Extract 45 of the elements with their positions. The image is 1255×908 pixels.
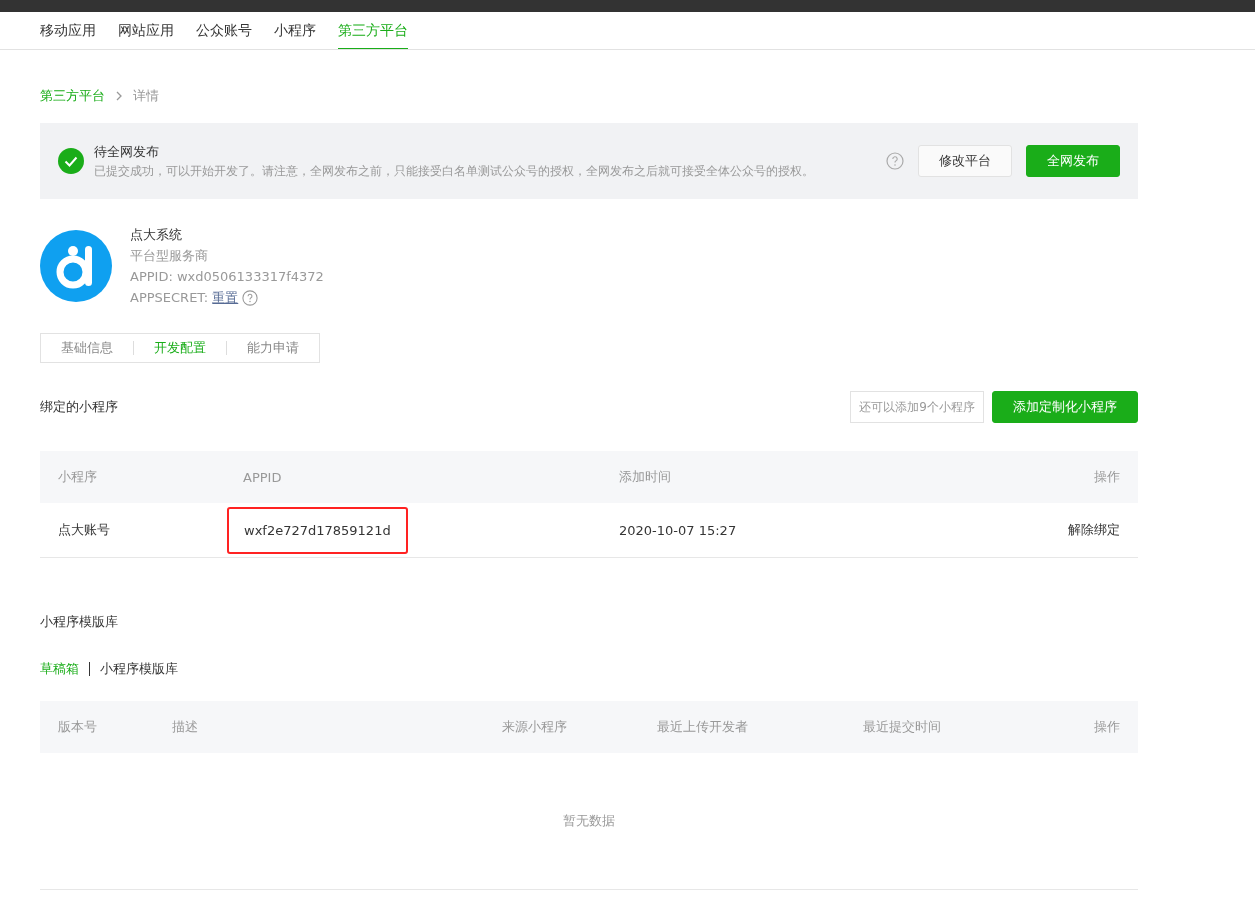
column-header: 描述 xyxy=(172,718,199,736)
nav-tab[interactable]: 第三方平台 xyxy=(338,12,408,49)
help-icon[interactable] xyxy=(242,289,259,306)
unbind-link[interactable]: 解除绑定 xyxy=(1068,521,1120,539)
action-button[interactable]: 修改平台 xyxy=(918,145,1012,177)
check-circle-icon xyxy=(58,148,84,174)
column-header: 操作 xyxy=(1094,468,1120,486)
column-header: 最近上传开发者 xyxy=(657,718,749,736)
notice-title: 待全网发布 xyxy=(94,142,160,161)
nav-tab[interactable]: 网站应用 xyxy=(118,12,174,49)
nav-tab[interactable]: 移动应用 xyxy=(40,12,96,49)
table-cell-text: 点大账号 xyxy=(58,521,111,539)
logo-icon xyxy=(40,230,112,302)
table-cell-text: 2020-10-07 15:27 xyxy=(619,522,738,538)
appsecret-label: APPSECRET: xyxy=(130,289,209,307)
column-header: 添加时间 xyxy=(619,468,672,486)
nav-tab[interactable]: 公众账号 xyxy=(196,12,252,49)
breadcrumb-link[interactable]: 第三方平台 xyxy=(40,87,105,105)
sub-tab[interactable]: 基础信息 xyxy=(41,341,133,355)
quota-tip: 还可以添加9个小程序 xyxy=(850,391,984,423)
column-header: 版本号 xyxy=(58,718,98,736)
template-tab[interactable]: 小程序模版库 xyxy=(89,662,188,676)
table-cell: wxf2e727d17859121d xyxy=(227,506,408,554)
column-header: 最近提交时间 xyxy=(863,718,942,736)
column-header: 来源小程序 xyxy=(502,718,568,736)
sub-tab[interactable]: 能力申请 xyxy=(226,341,319,355)
section-title: 小程序模版库 xyxy=(40,613,119,631)
notice-message: 已提交成功，可以开始开发了。请注意，全网发布之前，只能接受白名单测试公众号的授权，全网发布之后就可接受全体公众号的授权。 xyxy=(94,162,815,180)
chevron-right-icon xyxy=(115,90,123,102)
nav-tab[interactable]: 小程序 xyxy=(274,12,316,49)
empty-message: 暂无数据 xyxy=(563,812,615,830)
help-icon[interactable] xyxy=(886,152,904,170)
sub-tab[interactable]: 开发配置 xyxy=(133,341,226,355)
reset-link[interactable]: 重置 xyxy=(212,288,239,307)
add-button[interactable]: 添加定制化小程序 xyxy=(992,391,1138,423)
platform-type: 平台型服务商 xyxy=(130,247,209,265)
section-title: 绑定的小程序 xyxy=(40,398,119,416)
template-tab[interactable]: 草稿箱 xyxy=(40,662,89,676)
platform-name: 点大系统 xyxy=(130,226,183,244)
column-header: APPID xyxy=(243,469,283,485)
column-header: 小程序 xyxy=(58,468,98,486)
appid-text: APPID: wxd0506133317f4372 xyxy=(130,268,324,286)
action-button[interactable]: 全网发布 xyxy=(1026,145,1120,177)
column-header: 操作 xyxy=(1094,718,1120,736)
breadcrumb-current: 详情 xyxy=(133,87,159,105)
